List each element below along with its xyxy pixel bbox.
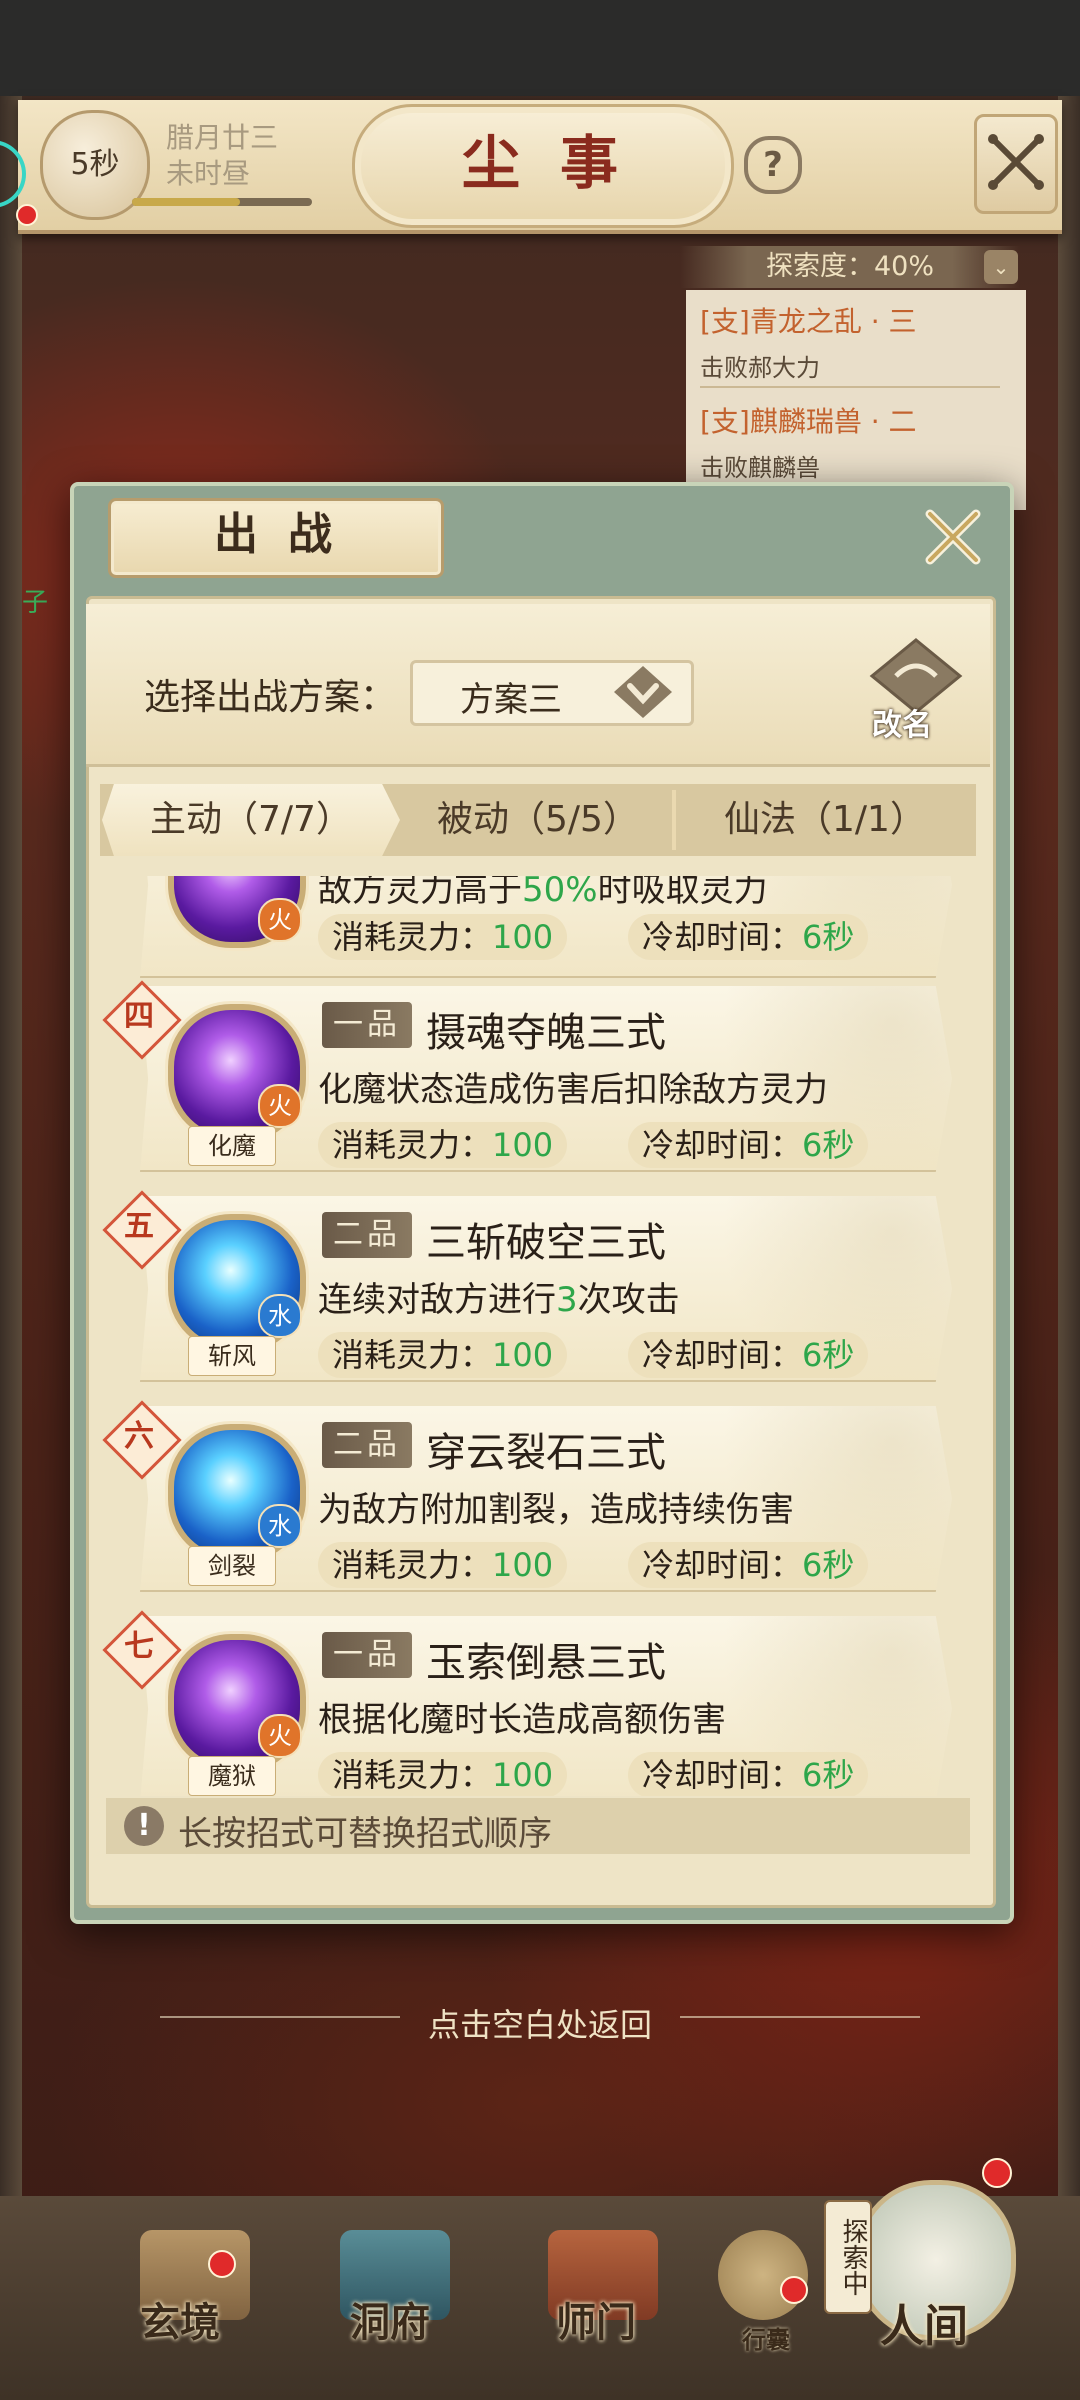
status-bar — [0, 0, 1080, 96]
help-button[interactable]: ? — [744, 136, 802, 194]
page-title: 尘事 — [461, 129, 658, 197]
plan-selected-value: 方案三 — [460, 680, 562, 720]
skill-name: 玉索倒悬三式 — [426, 1640, 666, 1686]
mana-cost: 消耗灵力：100 — [318, 1122, 568, 1168]
quest-objective: 击败郝大力 — [700, 354, 820, 382]
rename-label: 改名 — [872, 708, 932, 743]
skill-description: 为敌方附加割裂，造成持续伤害 — [318, 1490, 794, 1530]
mana-cost: 消耗灵力：100 — [318, 1542, 568, 1588]
skill-description: 根据化魔时长造成高额伤害 — [318, 1700, 726, 1740]
nav-shimen[interactable]: 师门 — [556, 2290, 636, 2348]
skill-name: 摄魂夺魄三式 — [426, 1010, 666, 1056]
dropdown-arrow-icon[interactable] — [612, 664, 674, 724]
frame-left — [0, 96, 22, 2196]
time-text: 未时昼 — [166, 157, 251, 190]
close-icon — [925, 509, 981, 565]
quest-objective: 击败麒麟兽 — [700, 454, 820, 482]
water-element-icon: 水 — [258, 1504, 302, 1548]
skill-tag: 化魔 — [188, 1126, 276, 1166]
fire-element-icon: 火 — [258, 1714, 302, 1758]
mana-cost: 消耗灵力：100 — [318, 1332, 568, 1378]
notification-dot-icon — [16, 204, 38, 226]
cooldown: 冷却时间：6秒 — [628, 914, 869, 960]
tap-to-return-hint[interactable]: 点击空白处返回 — [0, 2000, 1080, 2046]
quest-item[interactable]: [支]麒麟瑞兽 · 二 击败麒麟兽 — [700, 400, 1020, 483]
skill-tag: 剑裂 — [188, 1546, 276, 1586]
date-text: 腊月廿三 — [166, 121, 279, 154]
grade-badge: 二品 — [322, 1212, 412, 1258]
close-icon — [988, 134, 1044, 190]
notification-dot-icon — [982, 2158, 1012, 2188]
water-element-icon: 水 — [258, 1294, 302, 1338]
cooldown: 冷却时间：6秒 — [628, 1542, 869, 1588]
mana-cost: 消耗灵力：100 — [318, 914, 568, 960]
fire-element-icon: 火 — [258, 898, 302, 942]
exploring-tag: 探索中 — [824, 2200, 872, 2314]
grade-badge: 一品 — [322, 1002, 412, 1048]
rank-number: 四 — [124, 999, 154, 1034]
skill-name: 穿云裂石三式 — [426, 1430, 666, 1476]
nav-bag[interactable]: 行囊 — [742, 2320, 790, 2355]
skill-description: 化魔状态造成伤害后扣除敌方灵力 — [318, 1070, 828, 1110]
explore-progress: 探索度：40% — [680, 246, 1020, 288]
tab-immortal-arts[interactable]: 仙法（1/1） — [676, 784, 974, 856]
side-label: 子 — [22, 588, 49, 618]
day-progress-bar — [132, 198, 312, 206]
dialog-title: 出战 — [214, 509, 362, 560]
rank-number: 五 — [124, 1209, 154, 1244]
rank-number: 六 — [124, 1419, 154, 1454]
cooldown: 冷却时间：6秒 — [628, 1752, 869, 1796]
nav-xuanjing[interactable]: 玄境 — [140, 2290, 220, 2348]
skill-description: 连续对敌方进行3次攻击 — [318, 1280, 680, 1320]
mana-cost: 消耗灵力：100 — [318, 1752, 568, 1796]
skill-description: 敌方灵力高于50%时吸取灵力 — [318, 876, 768, 910]
nav-dongfu[interactable]: 洞府 — [350, 2290, 430, 2348]
quest-name: [支]青龙之乱 · 三 — [700, 305, 917, 338]
exclamation-icon: ! — [124, 1806, 164, 1846]
quest-panel: [支]青龙之乱 · 三 击败郝大力 [支]麒麟瑞兽 · 二 击败麒麟兽 — [686, 290, 1026, 510]
chevron-down-icon[interactable]: ⌄ — [984, 250, 1018, 284]
notification-dot-icon — [208, 2250, 236, 2278]
skill-tag: 斩风 — [188, 1336, 276, 1376]
dialog-close-button[interactable] — [920, 504, 986, 570]
close-page-button[interactable] — [974, 114, 1058, 214]
notification-dot-icon — [780, 2276, 808, 2304]
skill-list[interactable]: 火 敌方灵力高于50%时吸取灵力 消耗灵力：100 冷却时间：6秒 四 火 化魔… — [100, 876, 976, 1796]
tab-divider — [672, 790, 676, 850]
nav-world-label: 人间 — [880, 2301, 968, 2352]
grade-badge: 二品 — [322, 1422, 412, 1468]
skill-name: 三斩破空三式 — [426, 1220, 666, 1266]
frame-right — [1058, 96, 1080, 2196]
bag-icon — [718, 2230, 808, 2320]
quest-name: [支]麒麟瑞兽 · 二 — [700, 405, 917, 438]
rank-number: 七 — [124, 1629, 154, 1664]
hint-text: 长按招式可替换招式顺序 — [178, 1814, 552, 1854]
cooldown: 冷却时间：6秒 — [628, 1332, 869, 1378]
grade-badge: 一品 — [322, 1632, 412, 1678]
skill-tag: 魔狱 — [188, 1756, 276, 1796]
quest-item[interactable]: [支]青龙之乱 · 三 击败郝大力 — [700, 300, 1020, 383]
plan-label: 选择出战方案： — [144, 677, 397, 718]
tab-passive-skills[interactable]: 被动（5/5） — [400, 784, 676, 856]
cooldown: 冷却时间：6秒 — [628, 1122, 869, 1168]
fire-element-icon: 火 — [258, 1084, 302, 1128]
tab-active-skills[interactable]: 主动（7/7） — [102, 784, 400, 856]
divider — [700, 386, 1000, 388]
